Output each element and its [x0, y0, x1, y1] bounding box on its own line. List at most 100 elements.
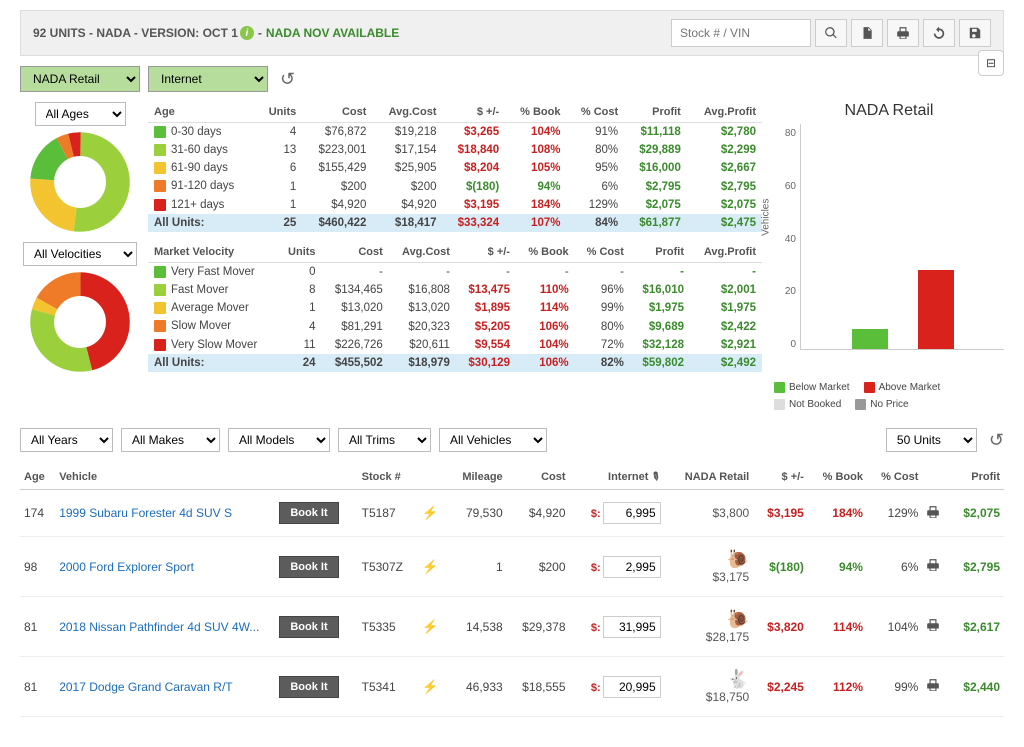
print-row-icon[interactable] [926, 561, 940, 575]
stats-row[interactable]: 61-90 days 6$155,429$25,905 $8,204105% 9… [148, 159, 762, 177]
col-header[interactable]: Age [148, 102, 256, 123]
mileage-cell: 46,933 [448, 657, 507, 717]
document-icon[interactable] [851, 19, 883, 47]
stats-row[interactable]: 91-120 days 1$200$200 $(180)94% 6%$2,795… [148, 177, 762, 195]
makes-filter[interactable]: All Makes [121, 428, 220, 452]
vehicle-col-header[interactable] [418, 464, 448, 490]
vehicle-col-header[interactable]: % Book [808, 464, 867, 490]
chart-bar[interactable] [852, 329, 888, 349]
book-it-button[interactable]: Book It [279, 502, 338, 524]
vehicle-col-header[interactable]: Internet ✎ [570, 464, 665, 490]
vehicle-col-header[interactable] [922, 464, 949, 490]
pagesize-select[interactable]: 50 Units [886, 428, 977, 452]
col-header[interactable]: $ +/- [443, 102, 506, 123]
vehicle-col-header[interactable]: Cost [507, 464, 570, 490]
book-it-button[interactable]: Book It [279, 556, 338, 578]
print-row-icon[interactable] [926, 681, 940, 695]
stats-row[interactable]: Average Mover 1$13,020$13,020 $1,895114%… [148, 299, 762, 317]
vehicle-link[interactable]: 2000 Ford Explorer Sport [59, 560, 194, 574]
stats-row[interactable]: Fast Mover 8$134,465$16,808 $13,475110% … [148, 281, 762, 299]
chart-bar[interactable] [918, 270, 954, 349]
save-icon[interactable] [959, 19, 991, 47]
print-row-icon[interactable] [926, 621, 940, 635]
search-button[interactable] [815, 19, 847, 47]
vehicle-col-header[interactable]: Age [20, 464, 55, 490]
guide-select[interactable]: NADA Retail [20, 66, 140, 92]
vehicle-col-header[interactable]: Stock # [358, 464, 418, 490]
vehicle-col-header[interactable]: Vehicle [55, 464, 275, 490]
vehicle-col-header[interactable]: $ +/- [753, 464, 808, 490]
vehicle-col-header[interactable]: NADA Retail [665, 464, 754, 490]
col-header[interactable]: Profit [624, 102, 687, 123]
collapse-button[interactable]: ⊟ [978, 50, 1004, 76]
stats-row[interactable]: 121+ days 1$4,920$4,920 $3,195184% 129%$… [148, 196, 762, 214]
col-header[interactable]: % Cost [575, 242, 630, 263]
models-filter[interactable]: All Models [228, 428, 330, 452]
stats-row[interactable]: Very Slow Mover 11$226,726$20,611 $9,554… [148, 336, 762, 354]
col-header[interactable]: % Book [516, 242, 575, 263]
vehicle-col-header[interactable] [275, 464, 357, 490]
bolt-icon[interactable]: ⚡ [422, 619, 438, 634]
age-filter-select[interactable]: All Ages [35, 102, 126, 126]
undo-icon[interactable]: ↺ [280, 69, 295, 90]
vehicle-link[interactable]: 2017 Dodge Grand Caravan R/T [59, 680, 232, 694]
col-header[interactable]: Units [277, 242, 321, 263]
velocity-filter-select[interactable]: All Velocities [23, 242, 137, 266]
col-header[interactable]: Avg.Cost [372, 102, 442, 123]
reset-filters-icon[interactable]: ↺ [989, 430, 1004, 451]
vehicles-filter[interactable]: All Vehicles [439, 428, 547, 452]
age-cell: 81 [20, 597, 55, 657]
color-chip [154, 126, 166, 138]
col-header[interactable]: Cost [322, 242, 389, 263]
pcost-cell: 104% [867, 597, 922, 657]
vehicle-col-header[interactable]: Profit [949, 464, 1004, 490]
col-header[interactable]: Cost [302, 102, 372, 123]
top-bar: 92 UNITS - NADA - VERSION: OCT 1 i - NAD… [20, 10, 1004, 56]
info-icon[interactable]: i [240, 26, 254, 40]
print-row-icon[interactable] [926, 508, 940, 522]
vehicle-link[interactable]: 1999 Subaru Forester 4d SUV S [59, 506, 232, 520]
col-header[interactable]: Profit [630, 242, 690, 263]
col-header[interactable]: Avg.Profit [690, 242, 762, 263]
velocity-stats-table: Market VelocityUnitsCostAvg.Cost$ +/-% B… [148, 242, 762, 372]
internet-price-input[interactable] [603, 616, 661, 638]
book-cell: 184% [808, 490, 867, 537]
col-header[interactable]: % Book [505, 102, 566, 123]
internet-price-input[interactable] [603, 676, 661, 698]
bolt-icon[interactable]: ⚡ [422, 505, 438, 520]
legend-item: No Price [855, 399, 908, 410]
col-header[interactable]: Avg.Profit [687, 102, 762, 123]
refresh-icon[interactable] [923, 19, 955, 47]
legend-item: Above Market [864, 382, 941, 393]
stats-row[interactable]: 0-30 days 4$76,872$19,218 $3,265104% 91%… [148, 123, 762, 142]
color-chip [154, 199, 166, 211]
vehicle-row: 81 2017 Dodge Grand Caravan R/T Book It … [20, 657, 1004, 717]
col-header[interactable]: Market Velocity [148, 242, 277, 263]
book-cell: 112% [808, 657, 867, 717]
years-filter[interactable]: All Years [20, 428, 113, 452]
delta-cell: $3,820 [753, 597, 808, 657]
vehicle-link[interactable]: 2018 Nissan Pathfinder 4d SUV 4W... [59, 620, 259, 634]
book-it-button[interactable]: Book It [279, 676, 338, 698]
cost-cell: $29,378 [507, 597, 570, 657]
bolt-icon[interactable]: ⚡ [422, 559, 438, 574]
stats-row[interactable]: Slow Mover 4$81,291$20,323 $5,205106% 80… [148, 317, 762, 335]
internet-price-input[interactable] [603, 502, 661, 524]
trims-filter[interactable]: All Trims [338, 428, 431, 452]
vehicle-col-header[interactable]: Mileage [448, 464, 507, 490]
search-input[interactable] [671, 19, 811, 47]
nada-available-label[interactable]: NADA NOV AVAILABLE [266, 26, 399, 40]
col-header[interactable]: % Cost [566, 102, 624, 123]
book-it-button[interactable]: Book It [279, 616, 338, 638]
vehicle-col-header[interactable]: % Cost [867, 464, 922, 490]
print-icon[interactable] [887, 19, 919, 47]
internet-price-input[interactable] [603, 556, 661, 578]
col-header[interactable]: $ +/- [456, 242, 516, 263]
bolt-icon[interactable]: ⚡ [422, 679, 438, 694]
source-select[interactable]: Internet [148, 66, 268, 92]
stats-row[interactable]: 31-60 days 13$223,001$17,154 $18,840108%… [148, 141, 762, 159]
stats-row[interactable]: Very Fast Mover 0-- -- --- [148, 263, 762, 282]
col-header[interactable]: Units [256, 102, 302, 123]
stock-cell: T5187 [358, 490, 418, 537]
col-header[interactable]: Avg.Cost [389, 242, 456, 263]
